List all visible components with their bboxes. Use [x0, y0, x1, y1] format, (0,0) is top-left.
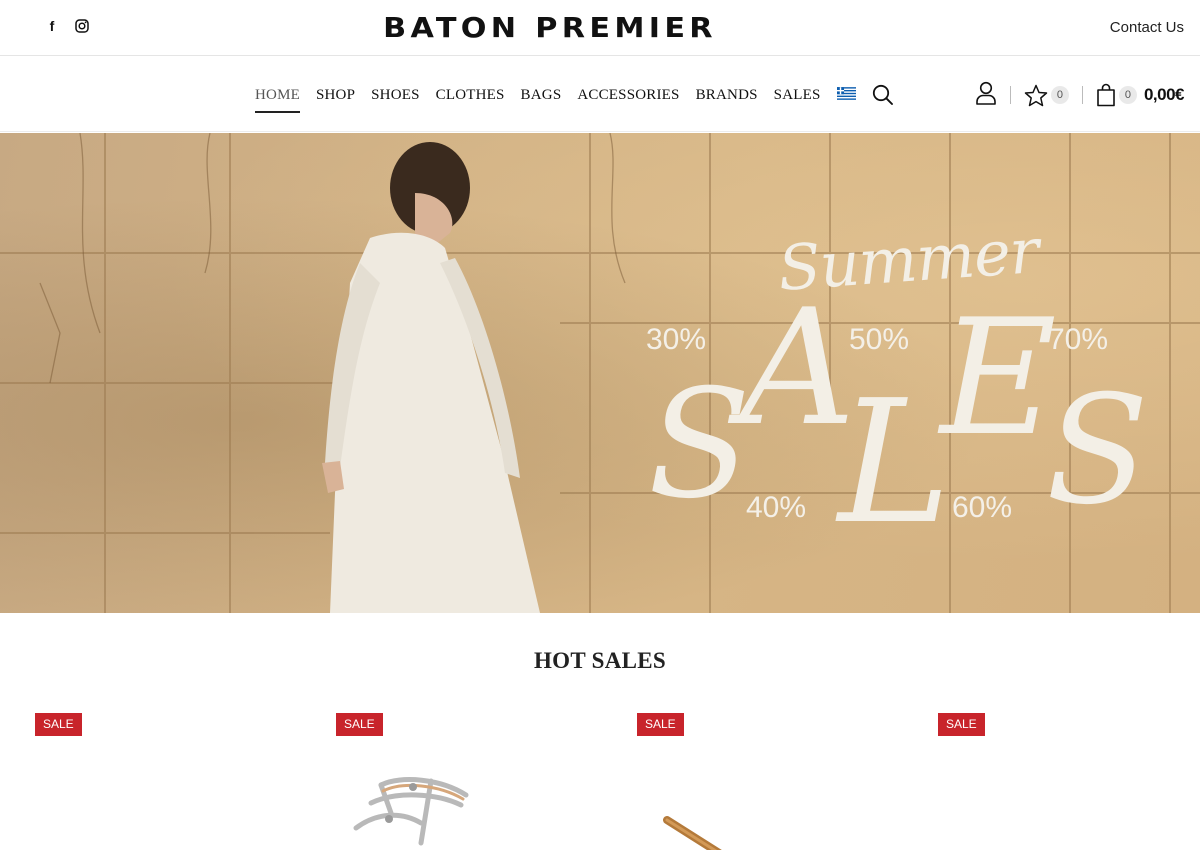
- divider: [1081, 86, 1083, 104]
- product-card[interactable]: SALE: [938, 713, 1200, 850]
- hero-percent-40: 40%: [746, 491, 807, 524]
- sale-badge: SALE: [35, 713, 82, 736]
- wishlist-count: 0: [1050, 86, 1069, 104]
- header-tools: 0 0 0,00€: [975, 81, 1185, 110]
- hero-letter-s1: S: [648, 358, 751, 532]
- instagram-icon[interactable]: [74, 17, 90, 35]
- nav-sales[interactable]: SALES: [774, 87, 821, 104]
- hot-sales-heading: HOT SALES: [533, 648, 667, 673]
- nav-clothes[interactable]: CLOTHES: [436, 87, 505, 104]
- hero-percent-50: 50%: [849, 323, 910, 356]
- search-icon[interactable]: [872, 84, 894, 106]
- product-card[interactable]: SALE: [637, 713, 917, 850]
- cart-button[interactable]: 0 0,00€: [1096, 83, 1185, 107]
- nav-home[interactable]: HOME: [255, 87, 300, 113]
- hero-percent-60: 60%: [952, 491, 1013, 524]
- logo-text: BATON PREMIER: [383, 11, 717, 44]
- product-card[interactable]: SALE: [35, 713, 315, 850]
- hero-banner[interactable]: Summer 30% 50% 70% 40% 60% S A L E S: [0, 133, 1200, 613]
- hero-percent-30: 30%: [646, 323, 707, 356]
- cart-count: 0: [1118, 86, 1137, 104]
- user-icon[interactable]: [975, 81, 997, 110]
- nav-shop[interactable]: SHOP: [316, 87, 355, 104]
- shopping-bag-icon: [1097, 83, 1115, 107]
- hot-sales-products: SALE SALE SALE SALE: [0, 713, 1200, 850]
- cart-total: 0,00€: [1143, 85, 1185, 104]
- divider: [1009, 86, 1011, 104]
- product-card[interactable]: SALE: [336, 713, 616, 850]
- wishlist-button[interactable]: 0: [1024, 84, 1069, 107]
- nav-accessories[interactable]: ACCESSORIES: [577, 87, 679, 104]
- sale-badge: SALE: [637, 713, 684, 736]
- sale-badge: SALE: [938, 713, 985, 736]
- hero-letter-l: L: [838, 364, 951, 562]
- sale-badge: SALE: [336, 713, 383, 736]
- nav-shoes[interactable]: SHOES: [371, 87, 420, 104]
- site-logo[interactable]: BATON PREMIER: [364, 10, 736, 46]
- star-icon: [1024, 84, 1048, 106]
- greek-flag-icon[interactable]: [836, 86, 856, 100]
- sandal-image: [353, 777, 469, 846]
- social-links: f: [44, 17, 90, 35]
- hero-percent-70: 70%: [1048, 323, 1109, 356]
- contact-us-link[interactable]: Contact Us: [1110, 19, 1184, 36]
- facebook-icon[interactable]: f: [44, 17, 60, 35]
- nav-brands[interactable]: BRANDS: [696, 87, 758, 104]
- nav-bags[interactable]: BAGS: [521, 87, 562, 104]
- main-menu: HOME SHOP SHOES CLOTHES BAGS ACCESSORIES…: [255, 84, 894, 113]
- top-bar: f BATON PREMIER Contact Us: [0, 0, 1200, 56]
- main-navigation-bar: HOME SHOP SHOES CLOTHES BAGS ACCESSORIES…: [0, 56, 1200, 132]
- hero-text-overlay: Summer 30% 50% 70% 40% 60% S A L E S: [0, 133, 1200, 613]
- hero-letter-e: E: [940, 284, 1057, 471]
- bag-strap-image: [663, 816, 722, 850]
- hero-letter-s2: S: [1046, 364, 1149, 538]
